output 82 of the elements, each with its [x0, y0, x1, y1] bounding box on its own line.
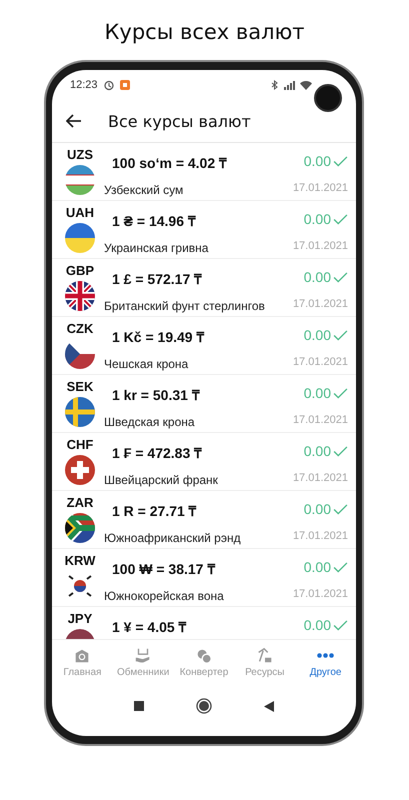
currency-name: Чешская крона	[104, 357, 190, 371]
currency-name: Южноафриканский рэнд	[104, 531, 242, 545]
rate-change: 0.00	[304, 153, 331, 169]
currency-name: Британский фунт стерлингов	[104, 299, 266, 313]
check-icon	[333, 620, 348, 630]
check-icon	[333, 388, 348, 398]
exchange-rate: 1 R = 27.71 ₸	[112, 502, 198, 520]
tab-label: Другое	[310, 666, 342, 678]
exchange-rate: 1 ₣ = 472.83 ₸	[112, 444, 204, 462]
signal-icon	[283, 80, 295, 90]
rate-change: 0.00	[304, 385, 331, 401]
nav-tab[interactable]: Конвертер	[174, 640, 234, 684]
back-arrow-icon[interactable]	[66, 114, 82, 128]
currency-code: KRW	[64, 553, 96, 568]
exchange-rate: 1 £ = 572.17 ₸	[112, 270, 204, 288]
screen-title: Все курсы валют	[108, 112, 251, 130]
flag-icon	[65, 281, 95, 311]
currency-code: CHF	[66, 437, 94, 452]
coins-icon	[194, 646, 213, 664]
wifi-icon	[300, 80, 312, 90]
nav-tab[interactable]: Главная	[52, 640, 113, 684]
check-icon	[333, 272, 348, 282]
currency-name: Швейцарский франк	[104, 473, 219, 487]
rate-change: 0.00	[304, 327, 331, 343]
check-icon	[333, 504, 348, 514]
currency-code: ZAR	[66, 495, 94, 510]
check-icon	[333, 214, 348, 224]
flag-icon	[65, 223, 95, 253]
currency-code: SEK	[66, 379, 94, 394]
nav-tab[interactable]: Другое	[295, 640, 356, 684]
currency-code: JPY	[68, 611, 92, 626]
currency-code: CZK	[66, 321, 94, 336]
rate-change: 0.00	[304, 443, 331, 459]
rate-date: 17.01.2021	[292, 472, 348, 484]
exchange-rate: 100 soʻm = 4.02 ₸	[112, 154, 228, 172]
flag-icon	[65, 455, 95, 485]
currency-name: Южнокорейская вона	[104, 589, 225, 603]
exchange-rate: 1 kr = 50.31 ₸	[112, 386, 201, 404]
currency-name: Шведская крона	[104, 415, 196, 429]
tab-label: Главная	[63, 666, 102, 678]
app-notification-icon	[120, 80, 130, 90]
tab-label: Обменники	[117, 666, 170, 678]
rate-date: 17.01.2021	[292, 298, 348, 310]
tab-label: Ресурсы	[245, 666, 284, 678]
currency-code: UZS	[67, 147, 93, 162]
currency-code: GBP	[66, 263, 94, 278]
check-icon	[333, 156, 348, 166]
check-icon	[333, 562, 348, 572]
nav-tab[interactable]: Ресурсы	[234, 640, 296, 684]
exchange-rate: 1 Kč = 19.49 ₸	[112, 328, 206, 346]
exchange-rate: 1 ¥ = 4.05 ₸	[112, 618, 188, 636]
rate-date: 17.01.2021	[292, 240, 348, 252]
rate-date: 17.01.2021	[292, 588, 348, 600]
exchange-rate: 100 ₩ = 38.17 ₸	[112, 560, 216, 578]
more-icon	[317, 652, 334, 658]
check-icon	[333, 330, 348, 340]
back-button[interactable]	[264, 700, 274, 712]
tab-label: Конвертер	[180, 666, 228, 678]
rate-date: 17.01.2021	[292, 356, 348, 368]
rate-date: 17.01.2021	[292, 414, 348, 426]
page-headline: Курсы всех валют	[104, 19, 306, 46]
rate-change: 0.00	[304, 559, 331, 575]
currency-name: Украинская гривна	[104, 241, 210, 255]
check-icon	[333, 446, 348, 456]
alarm-icon	[102, 79, 115, 91]
exchange-rate: 1 ₴ = 14.96 ₸	[112, 212, 197, 230]
nav-tab[interactable]: Обменники	[112, 640, 174, 684]
rate-change: 0.00	[304, 617, 331, 633]
home-button[interactable]	[196, 698, 212, 714]
currency-code: UAH	[66, 205, 94, 220]
flag-icon	[65, 165, 95, 195]
flag-icon	[65, 513, 95, 543]
currency-name: Узбекский сум	[104, 183, 184, 197]
status-time: 12:23	[70, 79, 98, 91]
flag-icon	[65, 397, 95, 427]
front-camera	[314, 84, 342, 112]
rate-change: 0.00	[304, 269, 331, 285]
rate-date: 17.01.2021	[292, 530, 348, 542]
rate-date: 17.01.2021	[292, 182, 348, 194]
rate-change: 0.00	[304, 211, 331, 227]
rate-change: 0.00	[304, 501, 331, 517]
bluetooth-icon	[271, 80, 278, 90]
